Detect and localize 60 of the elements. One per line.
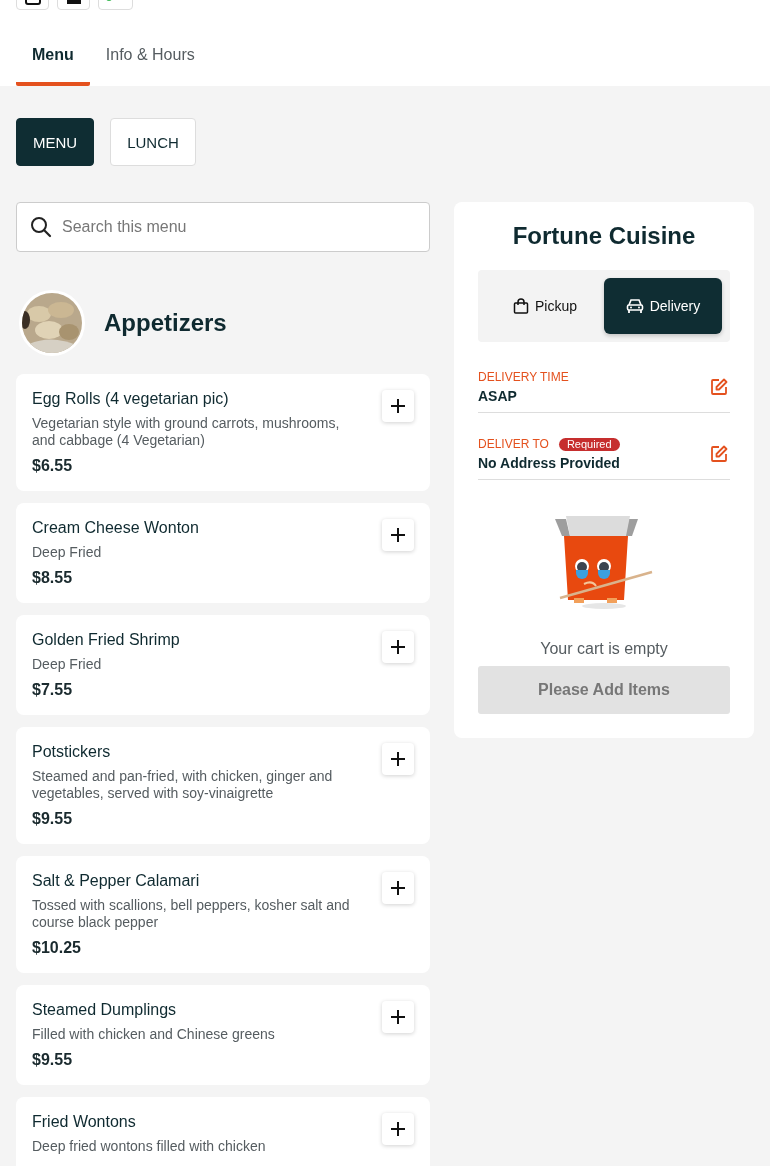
edit-icon[interactable]: [710, 445, 730, 463]
item-name: Potstickers: [32, 743, 112, 761]
item-description: Deep Fried: [32, 544, 103, 561]
item-price: $9.55: [32, 1051, 74, 1069]
add-button[interactable]: [382, 390, 414, 422]
detail-label: DELIVERY TIME: [478, 370, 569, 384]
detail-value: ASAP: [478, 388, 518, 404]
item-price: $8.55: [32, 569, 74, 587]
add-button[interactable]: [382, 519, 414, 551]
menu-item-card[interactable]: Golden Fried Shrimp Deep Fried $7.55: [16, 615, 430, 715]
item-name: Steamed Dumplings: [32, 1001, 178, 1019]
item-description: Vegetarian style with ground carrots, mushrooms, and cabbage (4 Vegetarian): [32, 415, 341, 449]
nav-tab[interactable]: Info & Hours: [89, 34, 211, 86]
item-price: $6.55: [32, 457, 74, 475]
menu-item-card[interactable]: Egg Rolls (4 vegetarian pic) Vegetarian style with ground carrots, mushrooms, and cabbage (4 Vegetarian) $6.55: [16, 374, 430, 491]
item-name: Salt & Pepper Calamari: [32, 872, 201, 890]
mode-button[interactable]: Pickup: [486, 278, 604, 334]
plus-icon: [390, 1121, 406, 1137]
add-button[interactable]: [382, 1001, 414, 1033]
menu-item-card[interactable]: Fried Wontons Deep fried wontons filled with chicken: [16, 1097, 430, 1166]
item-price: $7.55: [32, 681, 74, 699]
item-description: Steamed and pan-fried, with chicken, ginger and vegetables, served with soy-vinaigrette: [32, 768, 334, 802]
menu-button[interactable]: MENU: [16, 118, 95, 166]
plus-icon: [390, 880, 406, 896]
menu-item-card[interactable]: Cream Cheese Wonton Deep Fried $8.55: [16, 503, 430, 603]
menu-item-card[interactable]: Potstickers Steamed and pan-fried, with chicken, ginger and vegetables, served with soy-vinaigrette $9.55: [16, 727, 430, 844]
search-field[interactable]: Search this menu: [16, 202, 430, 252]
category-title: Appetizers: [104, 309, 227, 337]
add-button[interactable]: [382, 872, 414, 904]
add-button[interactable]: [382, 743, 414, 775]
item-name: Golden Fried Shrimp: [32, 631, 181, 649]
plus-icon: [390, 527, 406, 543]
item-name: Cream Cheese Wonton: [32, 519, 200, 537]
empty-cart-message: Your cart is empty: [539, 640, 669, 658]
detail-label: DELIVER TO: [478, 437, 549, 451]
mode-button[interactable]: Delivery: [604, 278, 722, 334]
bag-icon: [513, 298, 529, 314]
plus-icon: [390, 1009, 406, 1025]
add-button[interactable]: [382, 1113, 414, 1145]
detail-value: No Address Provided: [478, 455, 620, 471]
plus-icon: [390, 398, 406, 414]
item-price: $10.25: [32, 939, 82, 957]
restaurant-name: Fortune Cuisine: [511, 222, 697, 250]
nav-tab[interactable]: Menu: [16, 34, 90, 86]
car-icon: [625, 298, 644, 314]
item-price: $9.55: [32, 810, 74, 828]
item-description: Tossed with scallions, bell peppers, kosher salt and course black pepper: [32, 897, 351, 931]
plus-icon: [390, 751, 406, 767]
item-description: Deep fried wontons filled with chicken: [32, 1138, 267, 1155]
plus-icon: [390, 639, 406, 655]
item-description: Deep Fried: [32, 656, 103, 673]
menu-item-card[interactable]: Salt & Pepper Calamari Tossed with scallions, bell peppers, kosher salt and course black pepper $10.25: [16, 856, 430, 973]
item-name: Egg Rolls (4 vegetarian pic): [32, 390, 230, 408]
menu-item-card[interactable]: Steamed Dumplings Filled with chicken and Chinese greens $9.55: [16, 985, 430, 1085]
item-description: Filled with chicken and Chinese greens: [32, 1026, 276, 1043]
menu-button[interactable]: LUNCH: [110, 118, 196, 166]
item-name: Fried Wontons: [32, 1113, 137, 1131]
edit-icon[interactable]: [710, 378, 730, 396]
add-button[interactable]: [382, 631, 414, 663]
required-badge: Required: [558, 437, 620, 451]
